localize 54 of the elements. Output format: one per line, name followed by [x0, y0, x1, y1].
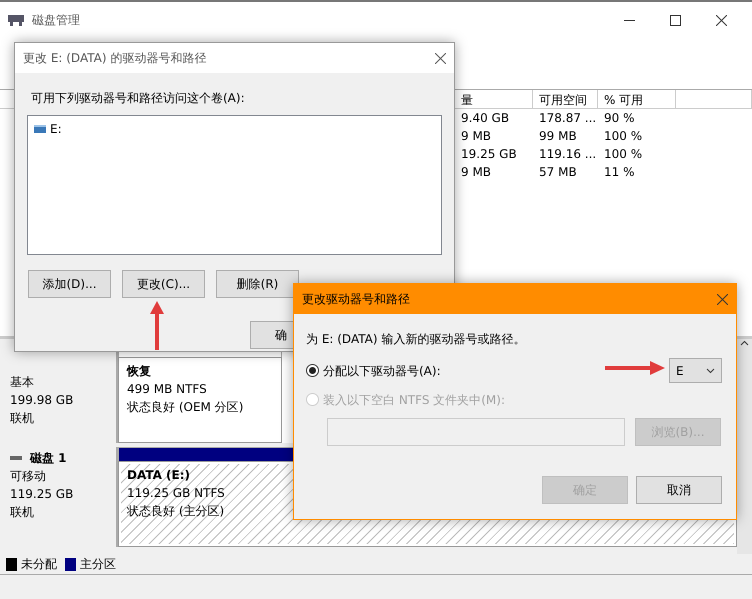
disk-detail: 199.98 GB: [10, 392, 74, 409]
table-cell: 119.16 ...: [539, 147, 596, 161]
dialog-button[interactable]: 删除(R): [216, 270, 299, 298]
dialog-title: 更改 E: (DATA) 的驱动器号和路径: [23, 50, 206, 67]
table-cell: 99 MB: [539, 129, 577, 143]
dialog-button[interactable]: 更改(C)...: [122, 270, 205, 298]
arrow: [604, 360, 666, 376]
radio-label: 装入以下空白 NTFS 文件夹中(M):: [323, 392, 506, 408]
scrollbar[interactable]: [737, 339, 752, 554]
close-icon[interactable]: [717, 294, 728, 304]
maximize-icon[interactable]: [670, 14, 680, 26]
table-cell: 9 MB: [461, 129, 492, 143]
legend-label: 未分配: [21, 556, 57, 573]
dialog-title: 更改驱动器号和路径: [302, 291, 410, 308]
table-cell: 11 %: [604, 165, 634, 179]
table-cell: 9.40 GB: [461, 111, 510, 125]
table-cell: 57 MB: [539, 165, 577, 179]
close-icon[interactable]: [435, 52, 446, 64]
column-header[interactable]: 可用空间: [533, 90, 598, 109]
window-title: 磁盘管理: [32, 12, 80, 29]
table-cell: 19.25 GB: [461, 147, 517, 161]
table-cell: 90 %: [604, 111, 634, 125]
table-cell: 100 %: [604, 129, 642, 143]
list-item[interactable]: E:: [50, 120, 62, 138]
table-cell: 178.87 ...: [539, 111, 596, 125]
disk-management-icon: [8, 13, 24, 27]
dialog-button[interactable]: 添加(D)...: [28, 270, 111, 298]
partition-status: 状态良好 (OEM 分区): [127, 399, 244, 416]
legend-label: 主分区: [80, 556, 116, 573]
close-icon[interactable]: [716, 14, 726, 26]
scroll-up-icon[interactable]: [740, 339, 749, 348]
dialog-button[interactable]: 取消: [636, 476, 722, 504]
list-label: 可用下列驱动器号和路径访问这个卷(A):: [31, 91, 245, 105]
disk-detail: 可移动: [10, 468, 47, 485]
disk-detail: 联机: [10, 504, 35, 521]
radio-button[interactable]: [306, 364, 319, 377]
caret-icon[interactable]: [706, 368, 715, 374]
disk-detail: 基本: [10, 374, 35, 391]
disk-detail: 119.25 GB: [10, 486, 74, 503]
disk-detail: 联机: [10, 410, 35, 427]
disk-name: 磁盘 1: [30, 450, 67, 467]
partition-size: 119.25 GB NTFS: [127, 485, 225, 502]
partition-size: 499 MB NTFS: [127, 381, 207, 398]
partition-name: DATA (E:): [127, 467, 190, 484]
table-cell: 100 %: [604, 147, 642, 161]
column-header[interactable]: % 可用: [598, 90, 676, 109]
table-cell: 9 MB: [461, 165, 492, 179]
drive-icon: [34, 125, 46, 133]
drive-letter-dropdown[interactable]: E: [669, 358, 722, 383]
partition-name: 恢复: [127, 363, 151, 380]
radio-label: 分配以下驱动器号(A):: [323, 362, 441, 380]
list-box[interactable]: E:: [27, 115, 442, 255]
arrow: [150, 300, 164, 352]
partition-status: 状态良好 (主分区): [127, 503, 224, 520]
